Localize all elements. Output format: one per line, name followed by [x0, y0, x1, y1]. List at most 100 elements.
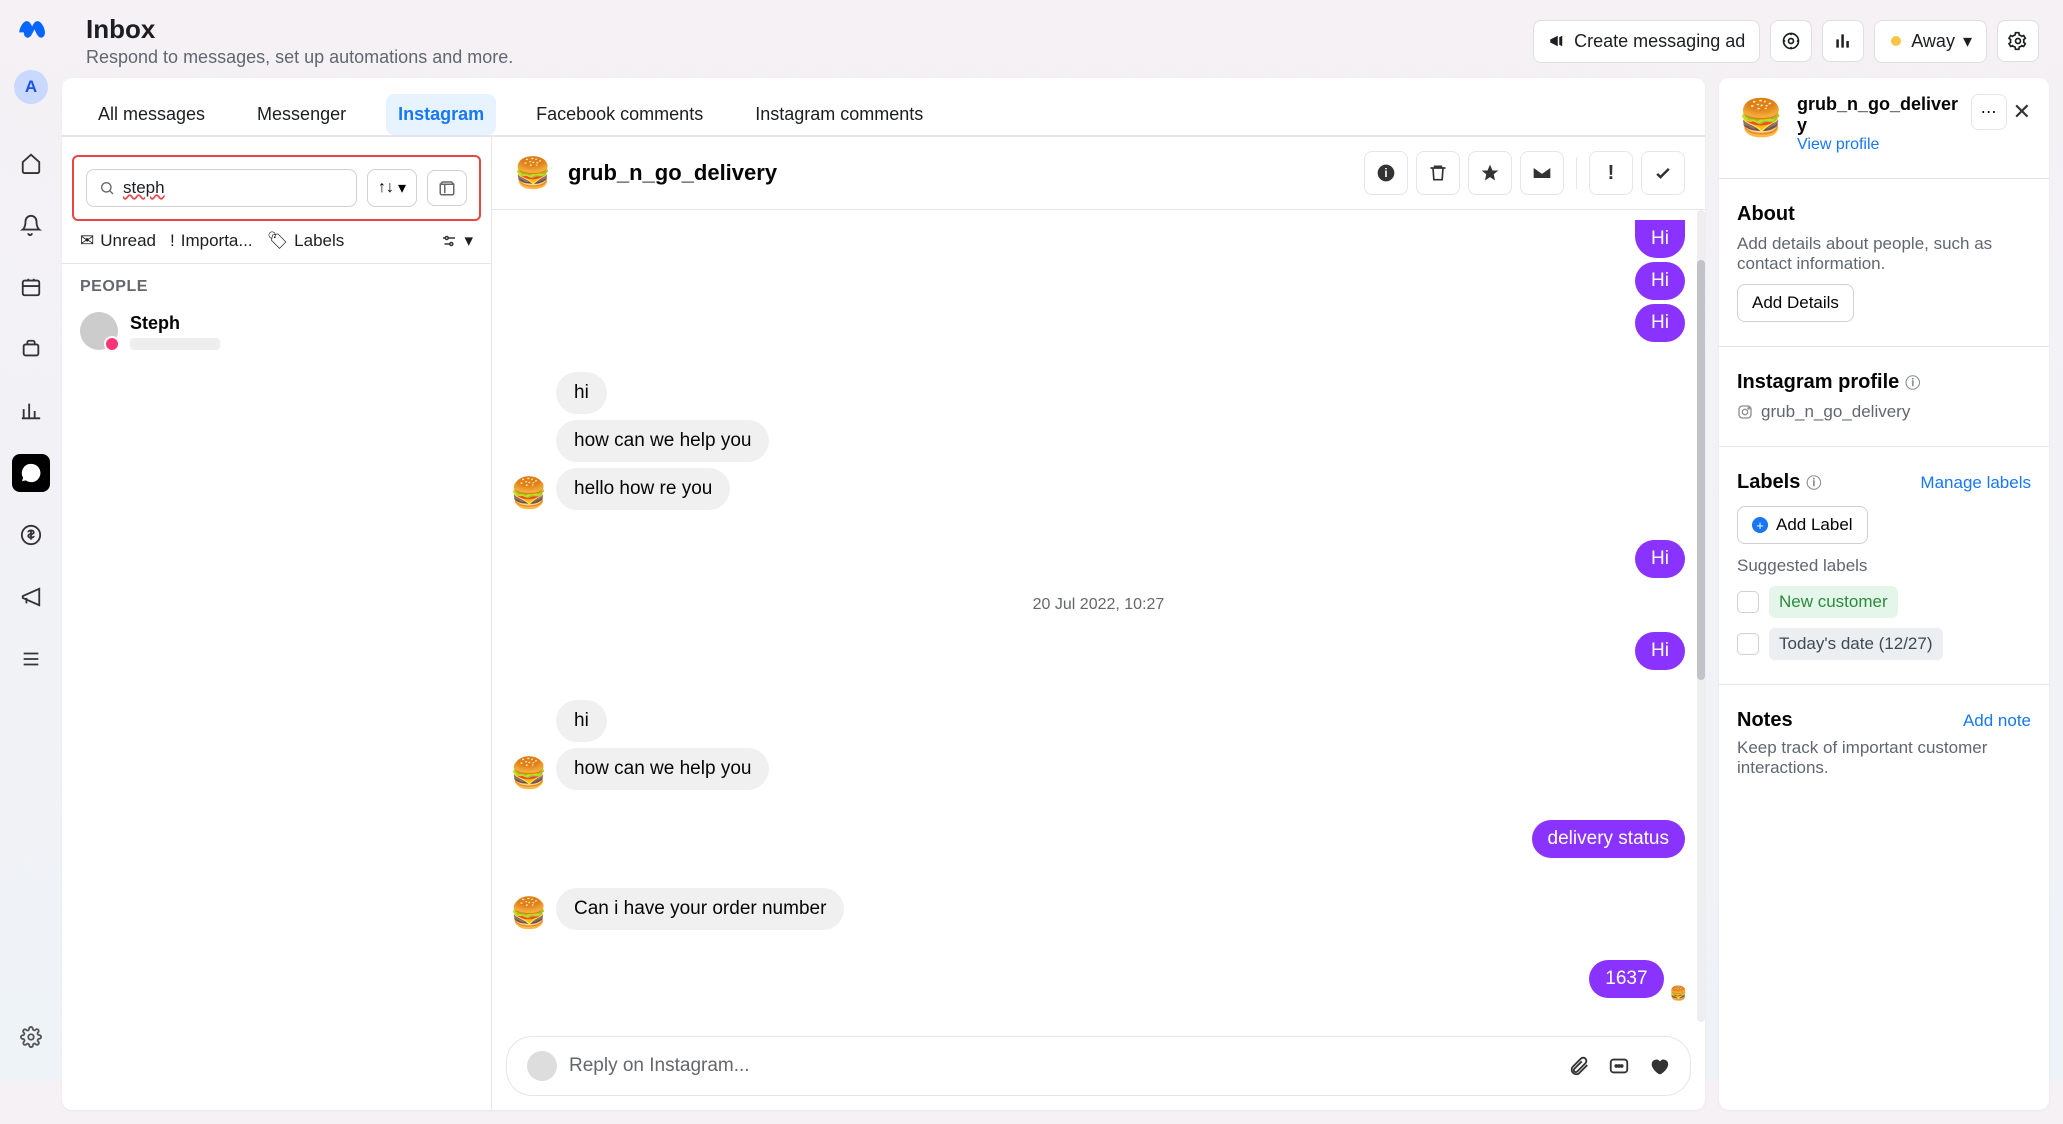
- tab-messenger[interactable]: Messenger: [245, 94, 358, 135]
- star-button[interactable]: [1468, 151, 1512, 195]
- nav-insights[interactable]: [12, 392, 50, 430]
- important-icon: !: [170, 231, 175, 251]
- message-left: Can i have your order number: [556, 888, 844, 930]
- settings-button[interactable]: [1997, 20, 2039, 62]
- tab-instagram[interactable]: Instagram: [386, 94, 496, 135]
- instagram-badge-icon: [104, 336, 120, 352]
- message-right: Hi: [512, 262, 1685, 300]
- heart-icon[interactable]: [1648, 1055, 1670, 1077]
- tag-icon: 🏷: [267, 231, 289, 251]
- person-name: Steph: [130, 313, 220, 334]
- view-profile-link[interactable]: View profile: [1797, 136, 1959, 154]
- attachment-icon[interactable]: [1568, 1055, 1590, 1077]
- info-icon[interactable]: ⓘ: [1806, 472, 1821, 493]
- instagram-handle[interactable]: grub_n_go_delivery: [1761, 402, 1910, 422]
- insights-button[interactable]: [1822, 20, 1864, 62]
- message-right: Hi: [512, 632, 1685, 670]
- profile-avatar: 🍔: [1737, 94, 1785, 142]
- done-button[interactable]: [1641, 151, 1685, 195]
- message-left: how can we help you: [556, 420, 769, 462]
- messages-area[interactable]: Hi Hi Hi 🍔 hi how can we help you hello …: [492, 210, 1705, 1022]
- instagram-icon: [1737, 404, 1753, 420]
- folder-icon: [438, 179, 456, 197]
- composer[interactable]: Reply on Instagram...: [506, 1036, 1691, 1096]
- delete-button[interactable]: [1416, 151, 1460, 195]
- automations-button[interactable]: [1770, 20, 1812, 62]
- tab-all-messages[interactable]: All messages: [86, 94, 217, 135]
- folder-button[interactable]: [427, 170, 467, 206]
- sort-icon: ↑↓: [378, 179, 394, 197]
- create-messaging-ad-button[interactable]: Create messaging ad: [1533, 20, 1760, 63]
- tab-instagram-comments[interactable]: Instagram comments: [743, 94, 935, 135]
- filter-labels[interactable]: 🏷Labels: [267, 231, 345, 251]
- topbar: Inbox Respond to messages, set up automa…: [62, 0, 2063, 78]
- meta-logo: [14, 12, 48, 46]
- tab-facebook-comments[interactable]: Facebook comments: [524, 94, 715, 135]
- chevron-down-icon: ▾: [1963, 31, 1972, 52]
- sender-avatar: 🍔: [512, 896, 546, 930]
- suggested-label-row[interactable]: New customer: [1737, 586, 2031, 618]
- mail-icon: ✉: [80, 231, 94, 251]
- instagram-profile-title: Instagram profile: [1737, 371, 1899, 394]
- nav-content[interactable]: [12, 330, 50, 368]
- labels-title: Labels: [1737, 471, 1800, 494]
- add-label-button[interactable]: + Add Label: [1737, 506, 1868, 544]
- scrollbar[interactable]: [1697, 210, 1705, 1022]
- filter-unread[interactable]: ✉Unread: [80, 231, 156, 251]
- profile-panel: 🍔 grub_n_go_delivery View profile ⋯ ✕ Ab…: [1719, 78, 2049, 1110]
- sender-avatar: 🍔: [512, 476, 546, 510]
- spam-button[interactable]: !: [1589, 151, 1633, 195]
- nav-ads[interactable]: [12, 578, 50, 616]
- timestamp: 20 Jul 2022, 10:27: [512, 596, 1685, 614]
- add-details-button[interactable]: Add Details: [1737, 284, 1854, 322]
- checkbox[interactable]: [1737, 591, 1759, 613]
- chat-column: 🍔 grub_n_go_delivery i !: [492, 137, 1705, 1110]
- suggested-labels-title: Suggested labels: [1737, 556, 2031, 576]
- nav-planner[interactable]: [12, 268, 50, 306]
- search-icon: [99, 180, 115, 196]
- filter-row: ✉Unread !Importa... 🏷Labels ▾: [62, 231, 491, 264]
- search-input[interactable]: steph: [86, 169, 357, 207]
- suggested-label-row[interactable]: Today's date (12/27): [1737, 628, 2031, 660]
- checkbox[interactable]: [1737, 633, 1759, 655]
- info-icon[interactable]: ⓘ: [1905, 372, 1920, 393]
- nav-home[interactable]: [12, 144, 50, 182]
- person-row[interactable]: Steph: [62, 302, 491, 360]
- profile-name: grub_n_go_delivery: [1797, 94, 1959, 136]
- search-text: steph: [123, 178, 165, 198]
- composer-placeholder: Reply on Instagram...: [569, 1055, 1556, 1077]
- sort-button[interactable]: ↑↓ ▾: [367, 169, 417, 207]
- add-note-link[interactable]: Add note: [1963, 711, 2031, 731]
- message-left: hi: [556, 372, 607, 414]
- chat-header: 🍔 grub_n_go_delivery i !: [492, 137, 1705, 210]
- person-preview-placeholder: [130, 338, 220, 350]
- saved-reply-icon[interactable]: [1608, 1055, 1630, 1077]
- message-right: Hi: [512, 540, 1685, 578]
- chevron-down-icon[interactable]: ▾: [464, 231, 473, 251]
- message-left: hi: [556, 700, 607, 742]
- inbox-panel: All messages Messenger Instagram Faceboo…: [62, 78, 1705, 1110]
- svg-text:i: i: [1384, 167, 1387, 180]
- filter-settings-icon[interactable]: [440, 232, 458, 250]
- sender-avatar: 🍔: [512, 756, 546, 790]
- mark-unread-button[interactable]: [1520, 151, 1564, 195]
- close-panel-button[interactable]: ✕: [2013, 99, 2031, 125]
- manage-labels-link[interactable]: Manage labels: [1920, 473, 2031, 493]
- chat-avatar: 🍔: [512, 152, 554, 194]
- nav-all-tools[interactable]: [12, 640, 50, 678]
- about-text: Add details about people, such as contac…: [1737, 234, 2031, 274]
- info-button[interactable]: i: [1364, 151, 1408, 195]
- profile-more-button[interactable]: ⋯: [1971, 94, 2007, 130]
- nav-inbox[interactable]: [12, 454, 50, 492]
- filter-important[interactable]: !Importa...: [170, 231, 253, 251]
- nav-monetization[interactable]: [12, 516, 50, 554]
- nav-notifications[interactable]: [12, 206, 50, 244]
- availability-dropdown[interactable]: Away ▾: [1874, 20, 1987, 63]
- channel-tabs: All messages Messenger Instagram Faceboo…: [62, 78, 1705, 136]
- composer-avatar: [527, 1051, 557, 1081]
- megaphone-icon: [1548, 32, 1566, 50]
- page-subtitle: Respond to messages, set up automations …: [86, 47, 1533, 68]
- nav-settings[interactable]: [12, 1018, 50, 1056]
- account-avatar[interactable]: A: [14, 70, 48, 104]
- message-right: 1637 🍔: [512, 960, 1685, 998]
